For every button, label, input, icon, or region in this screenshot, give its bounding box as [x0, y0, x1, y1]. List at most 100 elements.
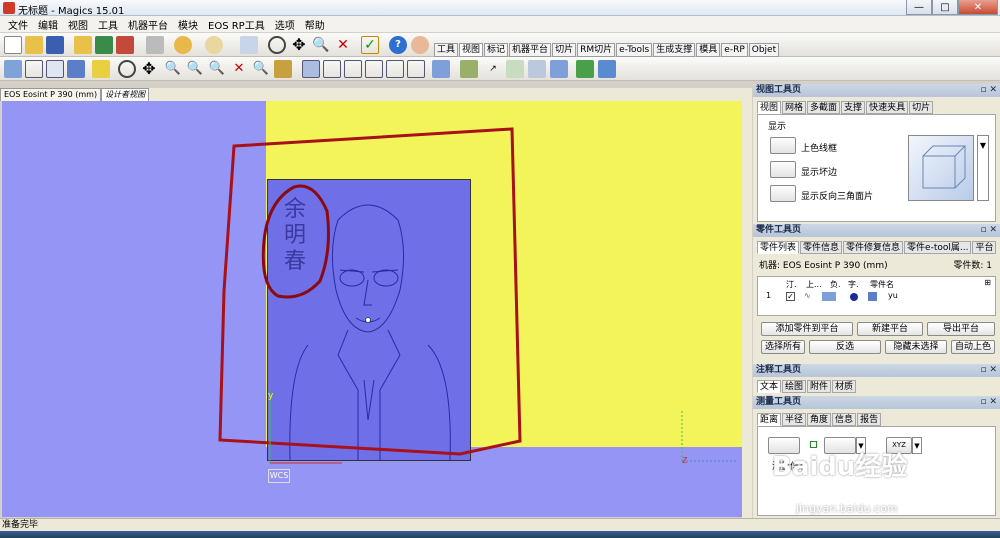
menu-edit[interactable]: 编辑	[33, 17, 63, 32]
3d-viewport[interactable]: 余 明 春 y Z WCS	[2, 101, 742, 517]
doc-tab-machine[interactable]: EOS Eosint P 390 (mm)	[0, 88, 102, 101]
shaded-wireframe-label[interactable]: 上色线框	[801, 141, 837, 154]
select-all-button[interactable]: 选择所有	[761, 340, 805, 354]
view-left-icon[interactable]	[344, 60, 362, 78]
parts-tab-list[interactable]: 零件列表	[757, 241, 800, 254]
axis-move-icon[interactable]	[506, 60, 524, 78]
menu-file[interactable]: 文件	[3, 17, 33, 32]
rotate-icon[interactable]	[268, 36, 286, 54]
zoom-cancel-icon[interactable]: ✕	[334, 36, 352, 54]
new-platform-button[interactable]: 新建平台	[857, 322, 923, 336]
help-icon[interactable]: ?	[389, 36, 407, 54]
row-checkbox[interactable]: ✓	[786, 292, 795, 301]
tbtab-tools[interactable]: 工具	[434, 43, 459, 57]
print-icon[interactable]	[146, 36, 164, 54]
open-folder-icon[interactable]	[25, 36, 43, 54]
view-cube-preview[interactable]	[908, 135, 974, 201]
measure-tab-radius[interactable]: 半径	[782, 413, 807, 426]
measure-tab-info[interactable]: 信息	[832, 413, 857, 426]
menu-tools[interactable]: 工具	[93, 17, 123, 32]
cube-yellow-icon[interactable]	[92, 60, 110, 78]
tbtab-machine[interactable]: 机器平台	[509, 43, 552, 57]
axes-icon[interactable]: ↗	[484, 60, 502, 78]
close-button[interactable]: ✕	[958, 0, 998, 15]
measure-tab-report[interactable]: 报告	[857, 413, 882, 426]
measure-panel-close-icon[interactable]: ▫ ✕	[980, 396, 997, 409]
move-icon[interactable]: ✥	[290, 36, 308, 54]
export-icon[interactable]	[576, 60, 594, 78]
rotate-view-icon[interactable]	[118, 60, 136, 78]
zoom-window-icon[interactable]: 🔍	[186, 60, 204, 78]
table-options-icon[interactable]: ⊞	[984, 278, 991, 287]
measure-icon[interactable]	[528, 60, 546, 78]
invert-selection-button[interactable]: 反选	[809, 340, 881, 354]
platform-icon[interactable]	[460, 60, 478, 78]
menu-help[interactable]: 帮助	[300, 17, 330, 32]
undo-icon[interactable]	[174, 36, 192, 54]
tbtab-erp[interactable]: e-RP	[721, 43, 748, 57]
view-tab-quick-fixture[interactable]: 快速夹具	[866, 101, 909, 114]
view-top-icon[interactable]	[386, 60, 404, 78]
bad-edges-label[interactable]: 显示坏边	[801, 165, 837, 178]
notes-panel-close-icon[interactable]: ▫ ✕	[980, 364, 997, 377]
zoom-out-icon[interactable]: 🔍	[208, 60, 226, 78]
shaded-wireframe-icon[interactable]	[770, 137, 796, 154]
new-file-icon[interactable]	[4, 36, 22, 54]
zoom-in-icon[interactable]: 🔍	[164, 60, 182, 78]
tbtab-view[interactable]: 视图	[459, 43, 484, 57]
zoom-part-icon[interactable]	[274, 60, 292, 78]
save-icon[interactable]	[46, 36, 64, 54]
tbtab-mold[interactable]: 模具	[696, 43, 721, 57]
parts-panel-close-icon[interactable]: ▫ ✕	[980, 224, 997, 237]
export-platform-button[interactable]: 导出平台	[927, 322, 995, 336]
row-color-icon[interactable]	[822, 292, 836, 301]
tbtab-mark[interactable]: 标记	[484, 43, 509, 57]
view-tab-view[interactable]: 视图	[757, 101, 782, 114]
add-part-to-platform-button[interactable]: 添加零件到平台	[761, 322, 853, 336]
view-tab-support[interactable]: 支撑	[841, 101, 866, 114]
panel-splitter[interactable]	[742, 88, 752, 518]
flipped-triangles-label[interactable]: 显示反向三角面片	[801, 189, 873, 202]
parts-tab-platform[interactable]: 平台	[972, 241, 997, 254]
view-back-icon[interactable]	[323, 60, 341, 78]
view-tab-slice[interactable]: 切片	[909, 101, 934, 114]
section-icon[interactable]	[550, 60, 568, 78]
table-row[interactable]: 1 ✓ ∿ yu	[758, 291, 995, 303]
maximize-button[interactable]: □	[932, 0, 958, 15]
view-tab-grid[interactable]: 网格	[782, 101, 807, 114]
menu-modules[interactable]: 模块	[173, 17, 203, 32]
tbtab-objet[interactable]: Objet	[748, 43, 780, 57]
tbtab-support[interactable]: 生成支撑	[653, 43, 696, 57]
measure-tab-angle[interactable]: 角度	[807, 413, 832, 426]
notes-tab-drawing[interactable]: 绘图	[782, 380, 807, 393]
parts-tab-info[interactable]: 零件信息	[800, 241, 843, 254]
hide-unselected-button[interactable]: 隐藏未选择	[885, 340, 947, 354]
view-front-icon[interactable]	[302, 60, 320, 78]
cube-side-icon[interactable]	[46, 60, 64, 78]
notes-tab-material[interactable]: 材质	[832, 380, 857, 393]
auto-color-button[interactable]: 自动上色	[951, 340, 995, 354]
view-panel-close-icon[interactable]: ▫ ✕	[980, 84, 997, 97]
minimize-button[interactable]: —	[906, 0, 932, 15]
view-right-icon[interactable]	[365, 60, 383, 78]
tbtab-etools[interactable]: e-Tools	[616, 43, 653, 57]
menu-options[interactable]: 选项	[270, 17, 300, 32]
cube-front-icon[interactable]	[4, 60, 22, 78]
notes-tab-text[interactable]: 文本	[757, 380, 782, 393]
menu-eos-rp-tools[interactable]: EOS RP工具	[203, 17, 270, 32]
zoom-icon[interactable]: 🔍	[312, 36, 330, 54]
zoom-fit-icon[interactable]: 🔍	[252, 60, 270, 78]
menu-view[interactable]: 视图	[63, 17, 93, 32]
screenshot-icon[interactable]	[598, 60, 616, 78]
menu-machine-platform[interactable]: 机器平台	[123, 17, 173, 32]
zoom-reset-icon[interactable]: ✕	[230, 60, 248, 78]
notes-tab-attachment[interactable]: 附件	[807, 380, 832, 393]
cube-solid-icon[interactable]	[67, 60, 85, 78]
view-cube-dropdown[interactable]: ▼	[977, 135, 989, 201]
user-icon[interactable]	[411, 36, 429, 54]
parts-tab-etool[interactable]: 零件e-tool属...	[904, 241, 972, 254]
redo-icon[interactable]	[205, 36, 223, 54]
tbtab-rm-slice[interactable]: RM切片	[577, 43, 616, 57]
flipped-triangles-icon[interactable]	[770, 185, 796, 202]
measure-xyz-dropdown[interactable]: ▼	[912, 437, 922, 454]
